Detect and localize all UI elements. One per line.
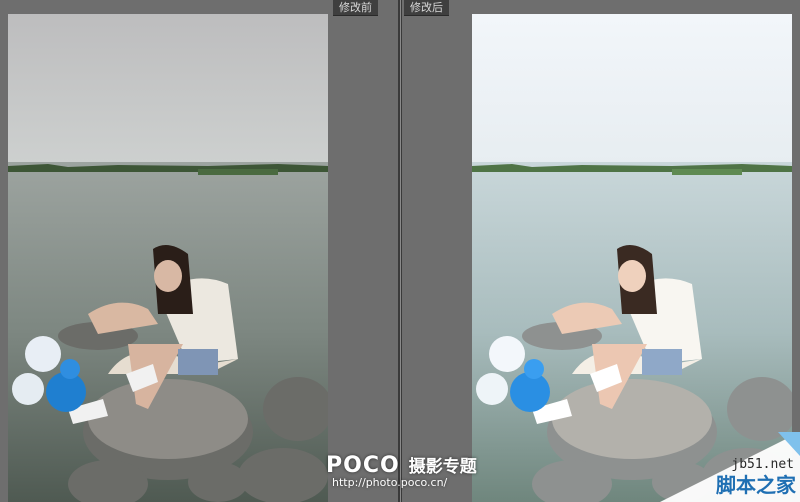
corner-name: 脚本之家 <box>716 473 796 497</box>
after-photo <box>472 14 792 502</box>
before-photo <box>8 14 328 502</box>
watermark-brand: POCO <box>326 453 400 478</box>
poco-watermark: POCO 摄影专题 http://photo.poco.cn/ <box>326 452 477 489</box>
watermark-url: http://photo.poco.cn/ <box>332 476 448 489</box>
panel-divider-highlight <box>400 0 401 502</box>
before-label: 修改前 <box>333 0 378 16</box>
watermark-topic: 摄影专题 <box>408 457 477 477</box>
after-label: 修改后 <box>404 0 449 16</box>
after-pane: 修改后 <box>402 0 800 502</box>
before-pane: 修改前 <box>0 0 398 502</box>
corner-badge: jb51.net 脚本之家 <box>660 432 800 502</box>
